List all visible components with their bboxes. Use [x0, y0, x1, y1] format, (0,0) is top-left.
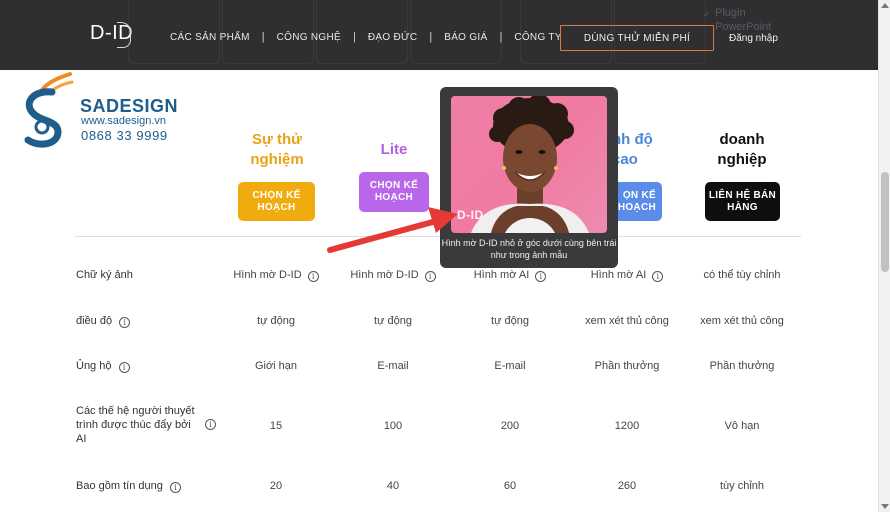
nav-item-products[interactable]: CÁC SẢN PHẨM	[170, 32, 250, 43]
nav-item-pricing[interactable]: BÁO GIÁ	[444, 32, 487, 43]
sadesign-brand: SADESIGN	[80, 96, 179, 116]
watermark-tooltip: D-ID Hình mờ D-ID nhỏ ở góc dưới cùng bê…	[440, 87, 618, 268]
table-cell: 200	[500, 420, 520, 432]
scroll-down-icon[interactable]	[881, 504, 889, 509]
main-menu: CÁC SẢN PHẨM | CÔNG NGHỆ | ĐẠO ĐỨC | BÁO…	[170, 31, 562, 43]
nav-item-company[interactable]: CÔNG TY	[514, 32, 561, 43]
row-label-ai-presenter-generations: Các thế hệ người thuyết trình được thúc …	[76, 405, 195, 445]
page: ✓ Plugin PowerPoint D-ID CÁC SẢN PHẨM | …	[0, 0, 890, 512]
nav-ghost-text: Plugin PowerPoint	[715, 7, 772, 33]
table-cell: 40	[386, 480, 400, 492]
plan-title-trial: Sự thử nghiệm	[250, 131, 304, 168]
check-icon: ✓	[703, 10, 710, 19]
scroll-thumb[interactable]	[881, 172, 889, 272]
row-label-credits-included: Bao gồm tín dụng i	[76, 479, 181, 493]
sadesign-website: www.sadesign.vn	[81, 115, 166, 127]
table-cell: Phần thưởng	[709, 360, 775, 372]
table-cell: 15	[269, 420, 283, 432]
d-id-watermark-mark: D-ID	[457, 208, 484, 222]
row-label-moderation: điều độ i	[76, 314, 131, 328]
vertical-scrollbar[interactable]	[878, 0, 890, 512]
nav-separator: |	[499, 31, 503, 43]
table-cell: Hình mờ AI i	[452, 268, 568, 282]
choose-plan-button-trial[interactable]: CHỌN KẾ HOẠCH	[238, 182, 315, 221]
table-cell: Vô hạn	[724, 420, 760, 432]
sadesign-phone: 0868 33 9999	[81, 128, 168, 143]
sample-portrait-image: D-ID	[451, 96, 607, 233]
plan-title-enterprise: doanh nghiệp	[717, 131, 767, 168]
plan-title-lite: Lite	[380, 141, 408, 158]
info-icon[interactable]: i	[652, 271, 664, 282]
sadesign-watermark: SADESIGN www.sadesign.vn 0868 33 9999	[18, 70, 188, 150]
table-cell: E-mail	[377, 360, 409, 372]
info-icon[interactable]: i	[119, 317, 131, 328]
table-cell: Phần thưởng	[594, 360, 660, 372]
table-cell: Hình mờ D-ID i	[218, 268, 334, 282]
table-cell: 60	[503, 480, 517, 492]
free-trial-button[interactable]: DÙNG THỬ MIỄN PHÍ	[560, 25, 714, 51]
table-cell: Hình mờ D-ID i	[335, 268, 451, 282]
table-cell: 100	[383, 420, 403, 432]
divider	[75, 236, 801, 237]
info-icon[interactable]: i	[535, 271, 547, 282]
table-cell: 20	[269, 480, 283, 492]
logo-face-icon	[117, 22, 131, 48]
nav-item-technology[interactable]: CÔNG NGHỆ	[277, 32, 341, 43]
info-icon[interactable]: i	[118, 362, 130, 373]
table-cell: xem xét thủ công	[585, 315, 669, 327]
table-cell: 260	[617, 480, 637, 492]
table-cell: tự động	[374, 315, 412, 327]
nav-separator: |	[261, 31, 265, 43]
table-cell: tự động	[257, 315, 295, 327]
table-cell: tùy chỉnh	[719, 480, 765, 492]
top-navigation: ✓ Plugin PowerPoint D-ID CÁC SẢN PHẨM | …	[0, 0, 878, 70]
choose-plan-button-lite[interactable]: CHỌN KẾ HOẠCH	[359, 172, 429, 212]
row-label-image-signature: Chữ ký ảnh	[76, 269, 133, 281]
info-icon[interactable]: i	[307, 271, 319, 282]
info-icon[interactable]: i	[169, 482, 181, 493]
table-cell: 1200	[614, 420, 640, 432]
login-link[interactable]: Đăng nhập	[729, 33, 778, 44]
scroll-up-icon[interactable]	[881, 3, 889, 8]
table-cell: xem xét thủ công	[700, 315, 784, 327]
info-icon[interactable]: i	[205, 419, 216, 430]
tooltip-caption: Hình mờ D-ID nhỏ ở góc dưới cùng bên trá…	[441, 238, 617, 260]
table-cell: Hình mờ AI i	[569, 268, 685, 282]
table-cell: có thể tùy chỉnh	[703, 269, 781, 281]
info-icon[interactable]: i	[424, 271, 436, 282]
sadesign-logo-icon	[24, 72, 74, 148]
table-cell: Giới hạn	[254, 360, 298, 372]
table-cell: E-mail	[494, 360, 526, 372]
nav-item-ethics[interactable]: ĐẠO ĐỨC	[368, 32, 418, 43]
nav-separator: |	[429, 31, 433, 43]
contact-sales-button[interactable]: LIÊN HỆ BÁN HÀNG	[705, 182, 780, 221]
plan-title-advanced: nh độ cao	[612, 131, 653, 168]
nav-separator: |	[352, 31, 356, 43]
table-cell: tự động	[491, 315, 529, 327]
row-label-support: Ủng hộ i	[76, 359, 130, 373]
